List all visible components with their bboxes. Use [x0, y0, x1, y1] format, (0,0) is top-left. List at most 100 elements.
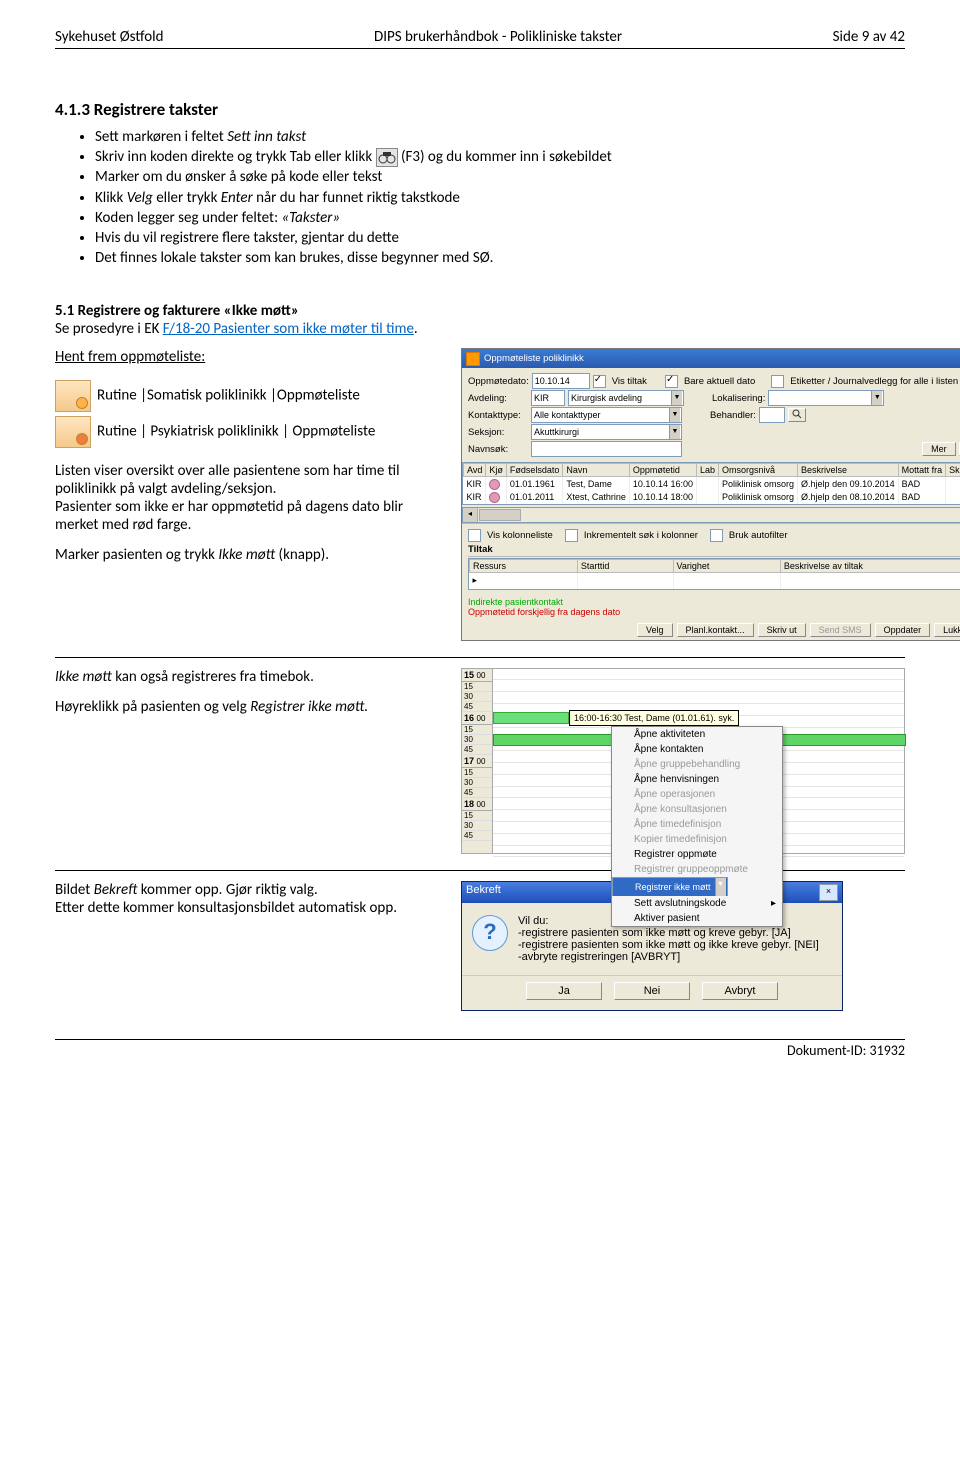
table-row[interactable]: ▸ [470, 572, 960, 589]
gender-icon [489, 492, 500, 503]
column-header[interactable]: Mottatt fra [898, 464, 946, 477]
procedure-link[interactable]: F/18-20 Pasienter som ikke møter til tim… [163, 320, 414, 338]
menu-item--pne-kontakten[interactable]: Åpne kontakten [612, 742, 782, 757]
menu-item-registrer-ikke-m-tt[interactable]: Registrer ikke møtt [612, 877, 728, 896]
checkbox-vis-tiltak[interactable] [593, 375, 606, 388]
column-header[interactable]: Fødselsdato [506, 464, 563, 477]
label-avdeling: Avdeling: [468, 393, 528, 404]
seksjon-select[interactable]: Akuttkirurgi [531, 424, 682, 440]
question-icon: ? [472, 915, 508, 951]
window-title: Oppmøteliste poliklinikk [484, 353, 584, 364]
table-row[interactable]: KIR01.01.1961Test, Dame10.10.14 16:00Pol… [464, 477, 960, 491]
lukk-button[interactable]: Lukk [934, 623, 960, 637]
bullet-item: Det finnes lokale takster som kan brukes… [95, 249, 905, 268]
label-vis: Vis tiltak [612, 376, 647, 387]
para-red-mark: Pasienter som ikke er har oppmøtetid på … [55, 498, 445, 534]
footer: Dokument-ID: 31932 [55, 1039, 905, 1059]
checkbox-bare-dato[interactable] [665, 375, 678, 388]
intro-post: . [414, 320, 418, 338]
time-slot-label: 15 [462, 811, 492, 821]
kontakttype-select[interactable]: Alle kontakttyper [531, 407, 682, 423]
routine-icon [55, 416, 91, 448]
bullet-item: Hvis du vil registrere flere takster, gj… [95, 229, 905, 248]
time-slot-label: 17 00 [462, 755, 492, 768]
document-id: Dokument-ID: 31932 [787, 1042, 905, 1059]
send-sms-button: Send SMS [810, 623, 871, 637]
velg-button[interactable]: Velg [637, 623, 673, 637]
scroll-left-icon[interactable]: ◂ [463, 508, 478, 522]
time-slot-label: 18 00 [462, 798, 492, 811]
bullet-item: Skriv inn koden direkte og trykk Tab ell… [95, 148, 905, 167]
time-slot-label: 45 [462, 831, 492, 841]
time-slot-label: 15 [462, 725, 492, 735]
lookup-behandler-button[interactable] [788, 408, 806, 422]
table-row[interactable]: KIR01.01.2011Xtest, Cathrine10.10.14 18:… [464, 491, 960, 504]
horizontal-scrollbar[interactable]: ◂ ▸ [462, 507, 960, 523]
column-header[interactable]: Avd [464, 464, 486, 477]
column-header[interactable]: Varighet [673, 559, 780, 572]
attendance-list-window: Oppmøteliste poliklinikk –□× Oppmøtedato… [461, 348, 960, 640]
binoculars-icon [376, 148, 398, 167]
status-diffdate: Oppmøtetid forskjellig fra dagens dato [468, 607, 960, 617]
menu-item--pne-henvisningen[interactable]: Åpne henvisningen [612, 772, 782, 787]
avdeling-select[interactable]: Kirurgisk avdeling [568, 390, 684, 406]
label-lokalisering: Lokalisering: [712, 393, 765, 404]
avbryt-button[interactable]: Avbryt [702, 982, 778, 1000]
appointment-bar[interactable] [493, 712, 569, 724]
skriv-ut-button[interactable]: Skriv ut [758, 623, 806, 637]
column-header[interactable]: Omsorgsnivå [719, 464, 798, 477]
tiltak-grid[interactable]: RessursStarttidVarighetBeskrivelse av ti… [468, 558, 960, 590]
label-etiketter: Etiketter / Journalvedlegg for alle i li… [790, 376, 960, 387]
time-slot-label: 30 [462, 778, 492, 788]
menu-item-registrer-oppm-te[interactable]: Registrer oppmøte [612, 847, 782, 862]
menu-item--pne-operasjonen: Åpne operasjonen [612, 787, 782, 802]
ja-button[interactable]: Ja [526, 982, 602, 1000]
navnsok-input[interactable] [531, 441, 682, 457]
label-viskol: Vis kolonneliste [487, 530, 553, 541]
context-menu[interactable]: Åpne aktivitetenÅpne kontaktenÅpne grupp… [611, 726, 783, 927]
column-header[interactable]: Lab [696, 464, 718, 477]
time-slot-label: 45 [462, 702, 492, 712]
checkbox-vis-kolonneliste[interactable] [468, 529, 481, 542]
menu-item--pne-aktiviteten[interactable]: Åpne aktiviteten [612, 727, 782, 742]
column-header[interactable]: Beskrivelse [798, 464, 899, 477]
status-indirect: Indirekte pasientkontakt [468, 597, 960, 607]
label-date: Oppmøtedato: [468, 376, 529, 387]
column-header[interactable]: Navn [563, 464, 630, 477]
label-navnsok: Navnsøk: [468, 444, 528, 455]
fetch-list-heading: Hent frem oppmøteliste: [55, 348, 445, 366]
dialog-close-icon[interactable]: × [819, 884, 838, 901]
date-input[interactable]: 10.10.14 [532, 373, 590, 389]
menu-item-aktiver-pasient[interactable]: Aktiver pasient [612, 911, 782, 926]
oppdater-button[interactable]: Oppdater [875, 623, 931, 637]
scroll-thumb[interactable] [479, 509, 521, 521]
column-header[interactable]: Kjø [486, 464, 507, 477]
column-header[interactable]: Ska [946, 464, 960, 477]
action-button-row: Velg Planl.kontakt... Skriv ut Send SMS Oppd… [462, 620, 960, 640]
route-psych: Rutine | Psykiatrisk poliklinikk | Oppmø… [97, 423, 375, 441]
tiltak-header: Tiltak [468, 543, 960, 557]
nei-button[interactable]: Nei [614, 982, 690, 1000]
label-bare: Bare aktuell dato [684, 376, 755, 387]
column-header[interactable]: Starttid [577, 559, 673, 572]
window-titlebar: Oppmøteliste poliklinikk –□× [462, 349, 960, 368]
bullet-item: Marker om du ønsker å søke på kode eller… [95, 168, 905, 187]
routine-icon [55, 380, 91, 412]
checkbox-autofilter[interactable] [710, 529, 723, 542]
lokalisering-select[interactable] [768, 390, 884, 406]
patient-grid[interactable]: AvdKjøFødselsdatoNavnOppmøtetidLabOmsorg… [462, 462, 960, 504]
column-header[interactable]: Ressurs [470, 559, 578, 572]
bullet-item: Sett markøren i feltet Sett inn takst [95, 128, 905, 147]
column-header[interactable]: Beskrivelse av tiltak [780, 559, 960, 572]
para-rightclick: Høyreklikk på pasienten og velg Registre… [55, 698, 445, 716]
mer-button[interactable]: Mer [922, 442, 956, 456]
checkbox-etiketter[interactable] [771, 375, 784, 388]
behandler-code[interactable] [759, 407, 785, 423]
header-left: Sykehuset Østfold [55, 28, 163, 46]
avdeling-code-input[interactable]: KIR [531, 390, 565, 406]
column-header[interactable]: Oppmøtetid [629, 464, 696, 477]
planl-kontakt--button[interactable]: Planl.kontakt... [677, 623, 754, 637]
checkbox-inkrementelt[interactable] [565, 529, 578, 542]
menu-item-sett-avslutningskode[interactable]: Sett avslutningskode [612, 896, 782, 911]
dialog-line: -avbryte registreringen [AVBRYT] [518, 951, 819, 963]
